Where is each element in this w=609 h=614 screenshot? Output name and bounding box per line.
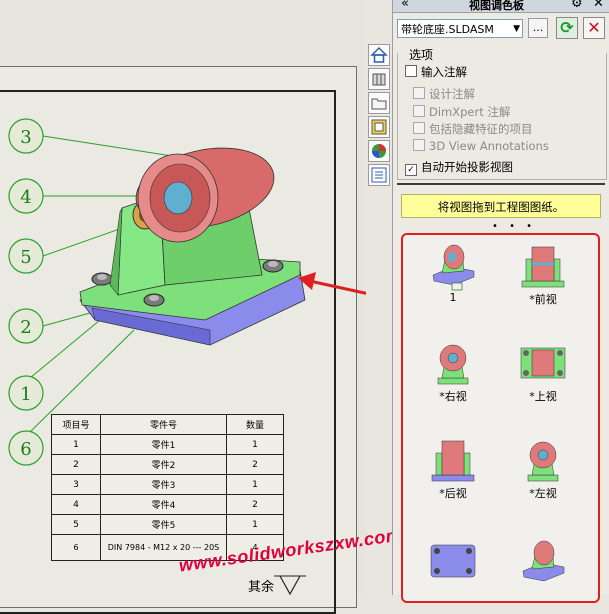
left-view-icon [527, 441, 559, 482]
view-label: *上视 [529, 390, 557, 403]
drawing-canvas[interactable]: 3 4 5 2 1 6 项目号 零件号 数量 1 零件1 1 2 零件2 2 3… [0, 0, 403, 614]
bom-cell: 2 [226, 454, 284, 475]
bom-cell: 零件4 [100, 494, 227, 515]
view-list[interactable]: 1 *前视 *右视 *上视 *后视 *左视 [401, 233, 600, 603]
bom-cell: 1 [226, 434, 284, 455]
browse-button[interactable]: ... [528, 18, 548, 38]
bom-header-item: 项目号 [51, 414, 101, 435]
balloon-2-label: 2 [20, 317, 31, 338]
assembly-model [79, 147, 306, 346]
checkbox[interactable] [405, 65, 417, 77]
bom-cell: 零件2 [100, 454, 227, 475]
gear-icon[interactable]: ⚙ [571, 0, 583, 11]
checkbox[interactable] [413, 105, 425, 117]
properties-icon[interactable] [368, 164, 390, 186]
splitter[interactable] [397, 183, 605, 185]
options-title: 选项 [407, 46, 436, 63]
surface-finish-symbol [279, 575, 301, 595]
option-3d-view-annotations[interactable]: 3D View Annotations [413, 139, 549, 153]
drag-hint-banner: 将视图拖到工程图图纸。 [401, 194, 601, 218]
option-import-annotations[interactable]: 输入注解 [405, 64, 467, 80]
table-row[interactable]: 4 零件4 2 [51, 494, 284, 515]
balloon-6-label: 6 [20, 439, 31, 460]
option-auto-projected-view[interactable]: ✓ 自动开始投影视图 [405, 159, 513, 176]
home-icon[interactable] [368, 44, 390, 66]
document-select[interactable]: 带轮底座.SLDASM ▼ [397, 19, 523, 38]
trimetric-view-icon [522, 540, 565, 582]
back-view-icon [431, 440, 475, 482]
bom-cell: 零件1 [100, 434, 227, 455]
bottom-view-icon [430, 544, 476, 578]
option-hidden-features[interactable]: 包括隐藏特征的项目 [413, 121, 533, 137]
view-palette-icon[interactable] [368, 116, 390, 138]
option-dimxpert-annotations[interactable]: DimXpert 注解 [413, 104, 510, 120]
view-item-right[interactable]: *右视 [413, 338, 493, 404]
bom-cell: 5 [51, 514, 101, 535]
balloon-5-label: 5 [20, 247, 31, 268]
view-label: *前视 [529, 293, 557, 306]
bom-cell: 1 [51, 434, 101, 455]
bill-of-materials[interactable]: 项目号 零件号 数量 1 零件1 1 2 零件2 2 3 零件3 1 4 零件4… [51, 414, 284, 561]
panel-titlebar: « 视图调色板 ⚙ ✕ [393, 0, 609, 13]
appearance-icon[interactable] [368, 140, 390, 162]
checkbox-checked[interactable]: ✓ [405, 164, 417, 176]
view-item-front[interactable]: *前视 [503, 241, 583, 307]
checkbox[interactable] [413, 87, 425, 99]
folder-icon[interactable] [368, 92, 390, 114]
surface-finish-note: 其余 [248, 580, 275, 595]
task-pane-tabs [366, 38, 392, 198]
view-item-back[interactable]: *后视 [413, 435, 493, 501]
right-view-icon [437, 344, 469, 385]
bom-cell: 2 [226, 494, 284, 515]
view-palette-panel: « 视图调色板 ⚙ ✕ 带轮底座.SLDASM ▼ ... ⟳ ✕ 选项 输入注… [392, 0, 609, 603]
parts-icon[interactable] [368, 68, 390, 90]
view-label: *后视 [439, 487, 467, 500]
chevron-down-icon: ▼ [513, 24, 520, 34]
panel-title: 视图调色板 [469, 0, 524, 12]
drag-arrow [298, 272, 366, 295]
bom-cell: 1 [226, 474, 284, 495]
table-header-row: 项目号 零件号 数量 [51, 414, 284, 435]
bom-cell: 2 [51, 454, 101, 475]
isometric-view-icon [432, 244, 475, 291]
clear-button[interactable]: ✕ [583, 17, 605, 39]
document-select-value: 带轮底座.SLDASM [401, 23, 494, 36]
table-row[interactable]: 3 零件3 1 [51, 474, 284, 495]
view-label: 1 [449, 291, 457, 304]
refresh-button[interactable]: ⟳ [556, 17, 578, 39]
front-view-icon [521, 246, 565, 288]
bom-cell: 6 [51, 534, 101, 561]
balloon-4-label: 4 [20, 187, 31, 208]
top-view-icon [520, 347, 566, 379]
collapse-icon[interactable]: « [401, 0, 409, 11]
bom-header-part: 零件号 [100, 414, 227, 435]
view-item-isometric[interactable]: 1 [413, 241, 493, 304]
refresh-icon: ⟳ [560, 18, 574, 37]
balloon-3-label: 3 [20, 127, 31, 148]
clear-icon: ✕ [587, 18, 601, 37]
option-design-annotations[interactable]: 设计注解 [413, 86, 475, 102]
bom-cell: 4 [51, 494, 101, 515]
bom-header-qty: 数量 [226, 414, 284, 435]
view-label: *左视 [529, 487, 557, 500]
grip-handle[interactable]: • • • [492, 221, 536, 232]
view-item-left[interactable]: *左视 [503, 435, 583, 501]
balloon-1-label: 1 [20, 384, 31, 405]
checkbox[interactable] [413, 122, 425, 134]
bom-cell: 零件3 [100, 474, 227, 495]
view-item-bottom[interactable] [413, 537, 493, 587]
close-icon[interactable]: ✕ [593, 0, 604, 11]
table-row[interactable]: 1 零件1 1 [51, 434, 284, 455]
bom-cell: 3 [51, 474, 101, 495]
view-label: *右视 [439, 390, 467, 403]
checkbox[interactable] [413, 139, 425, 151]
table-row[interactable]: 5 零件5 1 [51, 514, 284, 535]
bom-cell: 1 [226, 514, 284, 535]
view-item-top[interactable]: *上视 [503, 338, 583, 404]
view-item-trimetric[interactable] [503, 537, 583, 587]
table-row[interactable]: 2 零件2 2 [51, 454, 284, 475]
bom-cell: 零件5 [100, 514, 227, 535]
